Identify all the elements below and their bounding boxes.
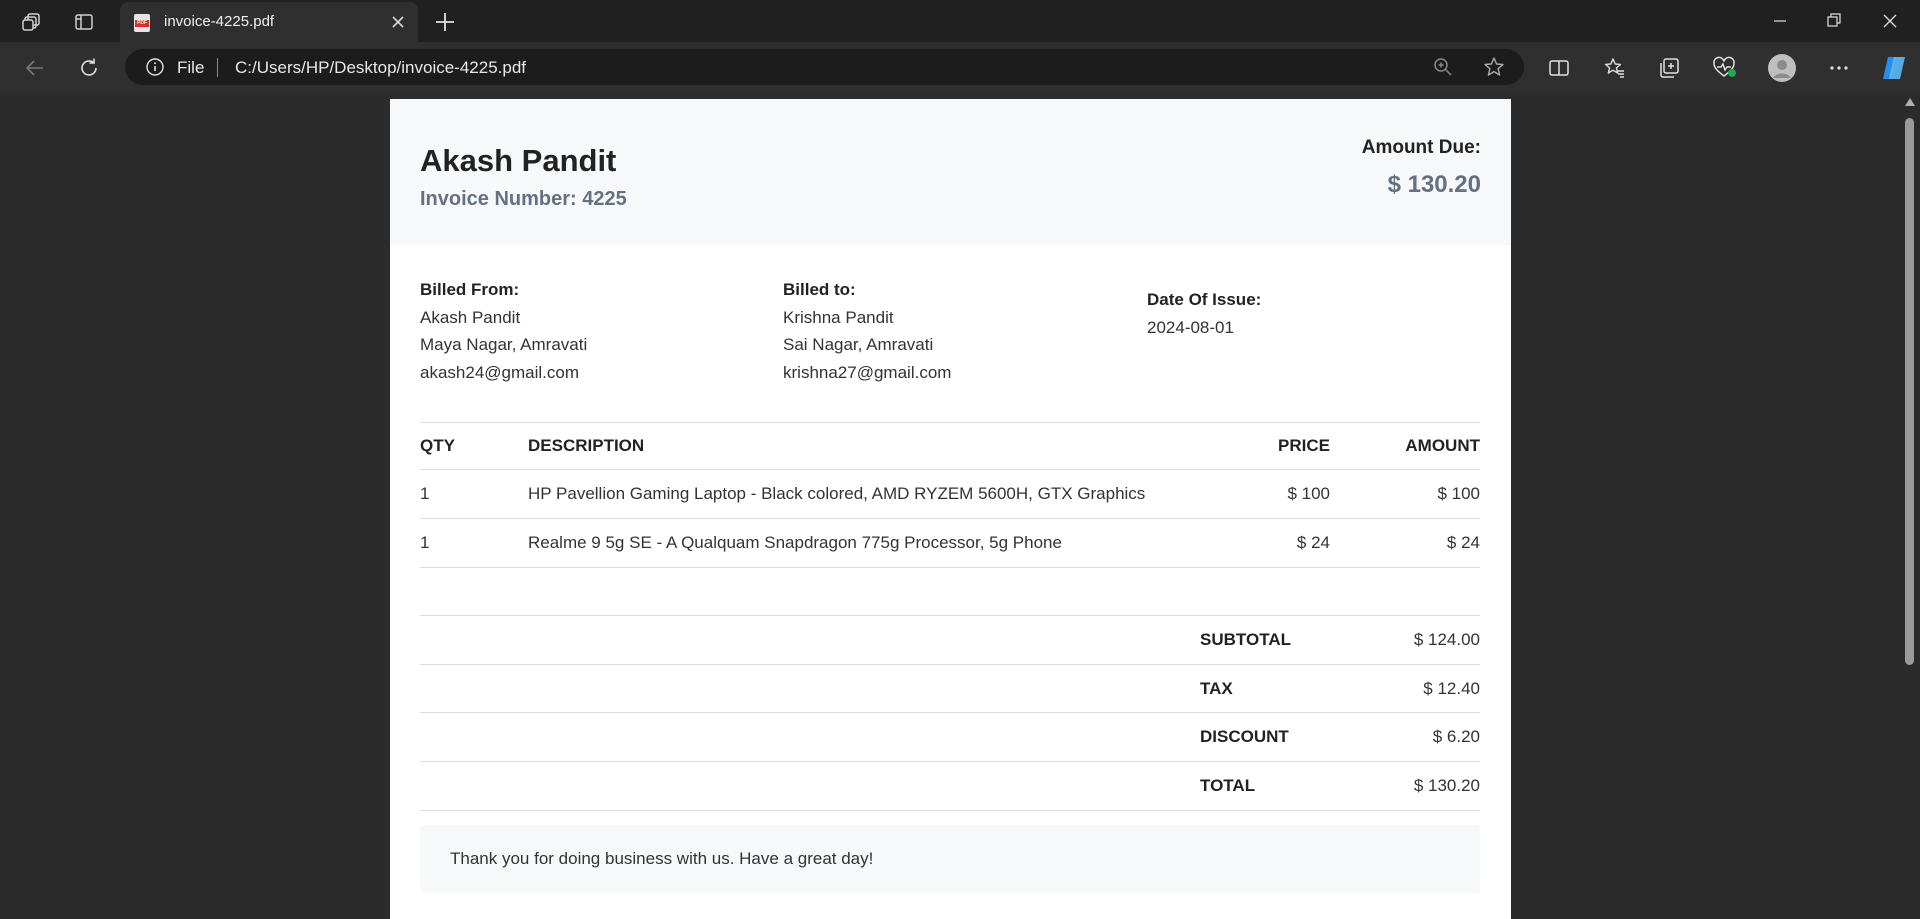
billed-from-heading: Billed From:: [420, 280, 520, 299]
address-separator: [217, 58, 218, 77]
navigation-bar: File C:/Users/HP/Desktop/invoice-4225.pd…: [0, 42, 1920, 92]
column-header-qty: QTY: [420, 422, 528, 470]
date-heading: Date Of Issue:: [1147, 290, 1262, 309]
active-tab[interactable]: PDF invoice-4225.pdf: [120, 2, 418, 42]
amount-due-value: $ 130.20: [1387, 171, 1481, 198]
address-url[interactable]: C:/Users/HP/Desktop/invoice-4225.pdf: [235, 58, 526, 78]
billed-from-email: akash24@gmail.com: [420, 362, 579, 382]
line-items-table: QTY DESCRIPTION PRICE AMOUNT 1 HP Pavell…: [420, 422, 1480, 568]
seller-name: Akash Pandit: [420, 143, 617, 178]
refresh-icon[interactable]: [73, 52, 105, 84]
workspaces-icon[interactable]: [18, 8, 46, 36]
item-qty: 1: [420, 518, 528, 568]
totals-row-subtotal: SUBTOTAL $ 124.00: [420, 615, 1480, 665]
item-amount: $ 100: [1330, 469, 1480, 519]
new-tab-icon[interactable]: [431, 8, 459, 36]
table-row: 1 HP Pavellion Gaming Laptop - Black col…: [420, 469, 1480, 519]
column-header-amount: AMOUNT: [1330, 422, 1480, 470]
address-scheme: File: [177, 58, 205, 77]
item-amount: $ 24: [1330, 518, 1480, 568]
discount-label: DISCOUNT: [1200, 712, 1330, 762]
pdf-page: Akash Pandit Invoice Number: 4225 Amount…: [390, 99, 1511, 919]
billed-to-address: Sai Nagar, Amravati: [783, 335, 934, 354]
item-price: $ 24: [1170, 518, 1330, 568]
tab-bar: PDF invoice-4225.pdf: [0, 0, 1920, 42]
billed-from: Billed From: Akash Pandit Maya Nagar, Am…: [420, 276, 587, 386]
item-description: HP Pavellion Gaming Laptop - Black color…: [528, 469, 1170, 519]
total-label: TOTAL: [1200, 761, 1330, 811]
item-price: $ 100: [1170, 469, 1330, 519]
amount-due-label: Amount Due:: [1361, 137, 1481, 158]
scrollbar-thumb[interactable]: [1905, 118, 1914, 665]
split-screen-icon[interactable]: [1543, 52, 1575, 84]
totals-table: SUBTOTAL $ 124.00 TAX $ 12.40 DISCOUNT $…: [420, 615, 1480, 811]
column-header-description: DESCRIPTION: [528, 422, 1170, 470]
zoom-icon[interactable]: [1431, 55, 1455, 79]
thank-you-text: Thank you for doing business with us. Ha…: [450, 849, 874, 868]
billed-to-heading: Billed to:: [783, 280, 856, 299]
total-value: $ 130.20: [1330, 761, 1480, 811]
info-icon[interactable]: [145, 57, 165, 77]
billed-to-name: Krishna Pandit: [783, 307, 894, 327]
item-description: Realme 9 5g SE - A Qualquam Snapdragon 7…: [528, 518, 1170, 568]
browser-essentials-icon[interactable]: [1709, 52, 1741, 84]
more-icon[interactable]: [1823, 52, 1855, 84]
subtotal-value: $ 124.00: [1330, 615, 1480, 665]
totals-row-tax: TAX $ 12.40: [420, 663, 1480, 713]
copilot-icon[interactable]: [1878, 52, 1910, 84]
subtotal-label: SUBTOTAL: [1200, 615, 1330, 665]
date-of-issue: Date Of Issue: 2024-08-01: [1147, 286, 1261, 341]
discount-value: $ 6.20: [1330, 712, 1480, 762]
back-arrow-icon[interactable]: [19, 52, 51, 84]
pdf-viewer[interactable]: Akash Pandit Invoice Number: 4225 Amount…: [0, 92, 1920, 919]
thank-you-note: Thank you for doing business with us. Ha…: [420, 825, 1480, 893]
billed-from-name: Akash Pandit: [420, 307, 521, 327]
invoice-number: Invoice Number: 4225: [420, 188, 627, 210]
billed-to-email: krishna27@gmail.com: [783, 362, 952, 382]
billed-to: Billed to: Krishna Pandit Sai Nagar, Amr…: [783, 276, 951, 386]
profile-icon[interactable]: [1766, 52, 1798, 84]
tax-value: $ 12.40: [1330, 663, 1480, 713]
totals-row-discount: DISCOUNT $ 6.20: [420, 712, 1480, 762]
favorites-icon[interactable]: [1599, 52, 1631, 84]
item-qty: 1: [420, 469, 528, 519]
table-header-row: QTY DESCRIPTION PRICE AMOUNT: [420, 422, 1480, 470]
collections-icon[interactable]: [1653, 52, 1685, 84]
star-icon[interactable]: [1482, 55, 1506, 79]
close-window-icon[interactable]: [1862, 0, 1918, 42]
tab-title: invoice-4225.pdf: [164, 13, 275, 30]
column-header-price: PRICE: [1170, 422, 1330, 470]
tab-actions-icon[interactable]: [70, 8, 98, 36]
pdf-file-icon: PDF: [134, 14, 150, 32]
totals-row-total: TOTAL $ 130.20: [420, 761, 1480, 811]
date-value: 2024-08-01: [1147, 317, 1234, 337]
restore-icon[interactable]: [1806, 0, 1862, 42]
table-row: 1 Realme 9 5g SE - A Qualquam Snapdragon…: [420, 518, 1480, 568]
close-tab-icon[interactable]: [386, 10, 410, 34]
billed-from-address: Maya Nagar, Amravati: [420, 335, 588, 354]
minimize-icon[interactable]: [1752, 0, 1808, 42]
address-bar[interactable]: File C:/Users/HP/Desktop/invoice-4225.pd…: [125, 49, 1524, 85]
scroll-up-arrow-icon[interactable]: [1905, 98, 1915, 106]
invoice-header: Akash Pandit Invoice Number: 4225 Amount…: [390, 99, 1511, 245]
tax-label: TAX: [1200, 663, 1330, 713]
